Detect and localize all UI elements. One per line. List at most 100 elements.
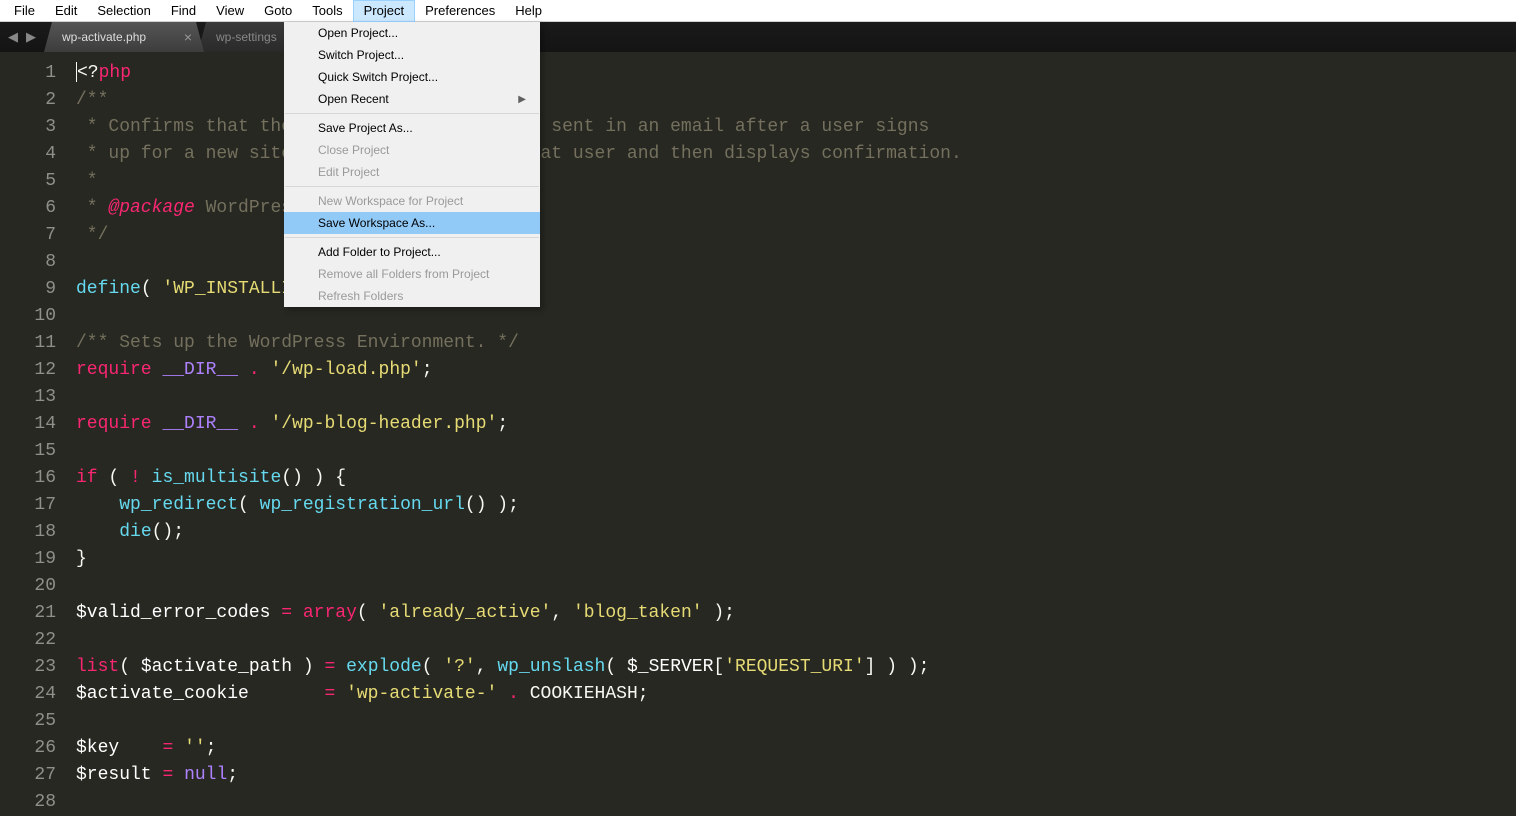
line-number: 5 [0,168,56,195]
token: ! [130,468,141,488]
code-line: die(); [76,519,962,546]
token: ( [605,657,627,677]
code-line [76,789,962,816]
line-number: 3 [0,114,56,141]
menu-preferences[interactable]: Preferences [415,0,505,22]
token: ; [497,414,508,434]
token: ) [292,657,324,677]
line-number: 21 [0,600,56,627]
token [152,414,163,434]
line-number: 27 [0,762,56,789]
token [335,657,346,677]
menu-help[interactable]: Help [505,0,552,22]
token [76,495,119,515]
token: * [76,198,108,218]
menu-separator [285,113,539,114]
menu-tools[interactable]: Tools [302,0,352,22]
tab-nav-forward-icon[interactable]: ▶ [24,29,38,45]
token: ( [422,657,444,677]
menu-item: Close Project [284,139,540,161]
menu-label: File [14,3,35,18]
code-line: wp_redirect( wp_registration_url() ); [76,492,962,519]
tab-nav-back-icon[interactable]: ◀ [6,29,20,45]
line-number: 11 [0,330,56,357]
menu-file[interactable]: File [4,0,45,22]
line-number: 26 [0,735,56,762]
code-line: /** Sets up the WordPress Environment. *… [76,330,962,357]
menu-view[interactable]: View [206,0,254,22]
menu-item-label: New Workspace for Project [318,194,463,208]
token: $activate_cookie [76,684,249,704]
token: ; [422,360,433,380]
token: '/wp-blog-header.php' [271,414,498,434]
token [270,603,281,623]
token [335,684,346,704]
code-line [76,627,962,654]
menu-item[interactable]: Quick Switch Project... [284,66,540,88]
code-line [76,303,962,330]
token: ; [206,738,217,758]
editor[interactable]: 1234567891011121314151617181920212223242… [0,52,1516,814]
token: () ); [465,495,519,515]
tab-label: wp-settings [216,30,277,44]
menu-edit[interactable]: Edit [45,0,87,22]
line-number: 23 [0,654,56,681]
token: = [324,684,335,704]
token: /** [76,90,108,110]
menu-item-label: Open Recent [318,92,389,106]
menu-item-label: Save Project As... [318,121,413,135]
token: () ) { [281,468,346,488]
line-number: 15 [0,438,56,465]
token: wp_registration_url [260,495,465,515]
menu-project[interactable]: Project [353,0,415,22]
token: ); [703,603,735,623]
line-number: 9 [0,276,56,303]
menubar: File EditSelection Find ViewGotoTools Projec… [0,0,1516,22]
menu-item: Refresh Folders [284,285,540,307]
line-number: 18 [0,519,56,546]
token [141,468,152,488]
line-number: 28 [0,789,56,816]
line-number: 7 [0,222,56,249]
line-number: 4 [0,141,56,168]
token: 'REQUEST_URI' [724,657,864,677]
token [173,738,184,758]
token: /** Sets up the WordPress Environment. *… [76,333,519,353]
menu-item: New Workspace for Project [284,190,540,212]
menu-item[interactable]: Switch Project... [284,44,540,66]
menu-find[interactable]: Find [161,0,206,22]
menu-label: Project [364,3,404,18]
menu-label: Find [171,3,196,18]
token [238,360,249,380]
token: = [324,657,335,677]
tab[interactable]: wp-activate.php× [44,22,204,52]
menu-item[interactable]: Save Workspace As... [284,212,540,234]
token: = [162,765,173,785]
menu-item-label: Refresh Folders [318,289,403,303]
token: . [249,414,260,434]
token: $_SERVER [627,657,713,677]
token [152,765,163,785]
menu-item[interactable]: Add Folder to Project... [284,241,540,263]
line-number: 12 [0,357,56,384]
project-menu-dropdown: Open Project... Switch Project...Quick Sw… [284,22,540,307]
menu-item[interactable]: Save Project As... [284,117,540,139]
token: ( [238,495,260,515]
code-line [76,708,962,735]
line-number: 17 [0,492,56,519]
token: , [476,657,498,677]
close-icon[interactable]: × [184,29,192,45]
menu-item-label: Open Project... [318,26,398,40]
token [519,684,530,704]
menu-item[interactable]: Open Project... [284,22,540,44]
tab-bar: ◀ ▶ wp-activate.php×wp-settings×index.ht… [0,22,1516,52]
token: __DIR__ [162,414,238,434]
token: ] ) ); [865,657,930,677]
token: null [184,765,227,785]
menu-selection[interactable]: Selection [87,0,160,22]
line-number: 2 [0,87,56,114]
menu-item[interactable]: Open Recent▶ [284,88,540,110]
line-number: 20 [0,573,56,600]
menu-goto[interactable]: Goto [254,0,302,22]
token: @package [108,198,194,218]
